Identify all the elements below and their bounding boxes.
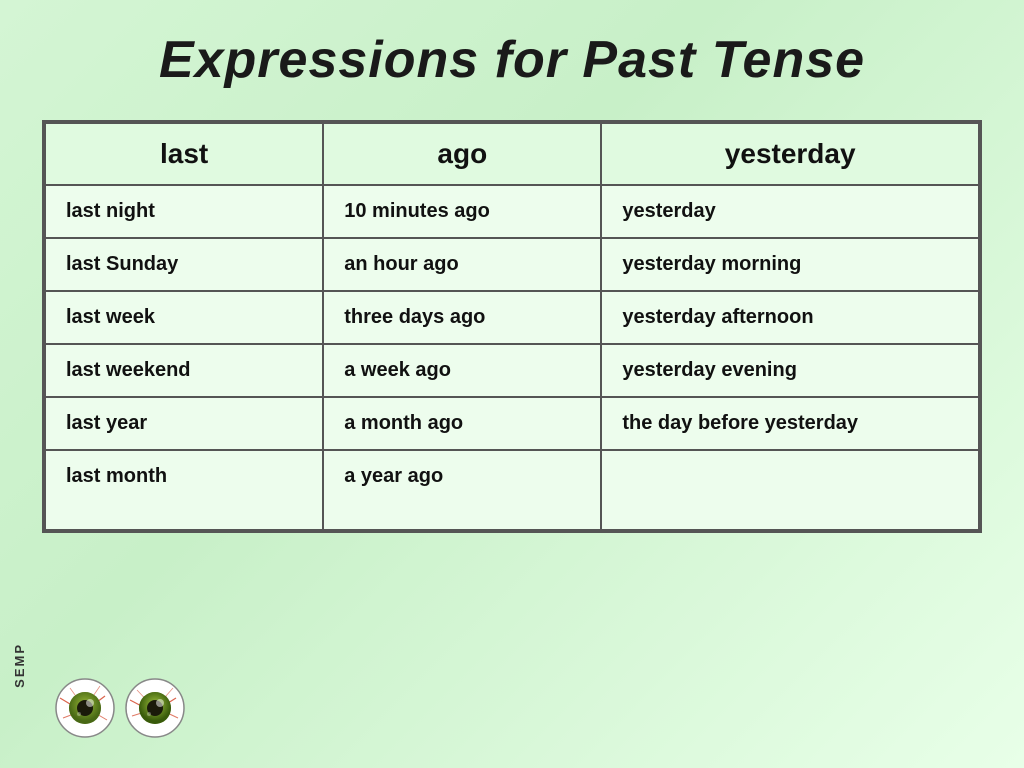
header-last: last	[45, 123, 323, 185]
page-title: Expressions for Past Tense	[159, 30, 865, 90]
eye-right	[125, 678, 185, 738]
table-header-row: last ago yesterday	[45, 123, 979, 185]
table-cell: yesterday afternoon	[601, 291, 979, 344]
table-cell	[601, 450, 979, 530]
table-cell: a month ago	[323, 397, 601, 450]
table-cell: a week ago	[323, 344, 601, 397]
table-row: last weekthree days agoyesterday afterno…	[45, 291, 979, 344]
table-cell: 10 minutes ago	[323, 185, 601, 238]
semp-label: SEMP	[12, 643, 27, 688]
table-cell: last week	[45, 291, 323, 344]
table-row: last Sundayan hour agoyesterday morning	[45, 238, 979, 291]
table-cell: last month	[45, 450, 323, 530]
table-cell: the day before yesterday	[601, 397, 979, 450]
table-row: last yeara month agothe day before yeste…	[45, 397, 979, 450]
header-ago: ago	[323, 123, 601, 185]
table-cell: last year	[45, 397, 323, 450]
table-cell: last weekend	[45, 344, 323, 397]
table-cell: an hour ago	[323, 238, 601, 291]
table-cell: yesterday evening	[601, 344, 979, 397]
table-cell: yesterday morning	[601, 238, 979, 291]
table-cell: last Sunday	[45, 238, 323, 291]
table-cell: three days ago	[323, 291, 601, 344]
eye-left	[55, 678, 115, 738]
table-cell: last night	[45, 185, 323, 238]
eyes-decoration	[55, 678, 185, 738]
table-row: last night10 minutes agoyesterday	[45, 185, 979, 238]
table-cell: a year ago	[323, 450, 601, 530]
header-yesterday: yesterday	[601, 123, 979, 185]
table-row: last weekenda week agoyesterday evening	[45, 344, 979, 397]
table-row: last montha year ago	[45, 450, 979, 530]
table-cell: yesterday	[601, 185, 979, 238]
expressions-table: last ago yesterday last night10 minutes …	[42, 120, 982, 533]
